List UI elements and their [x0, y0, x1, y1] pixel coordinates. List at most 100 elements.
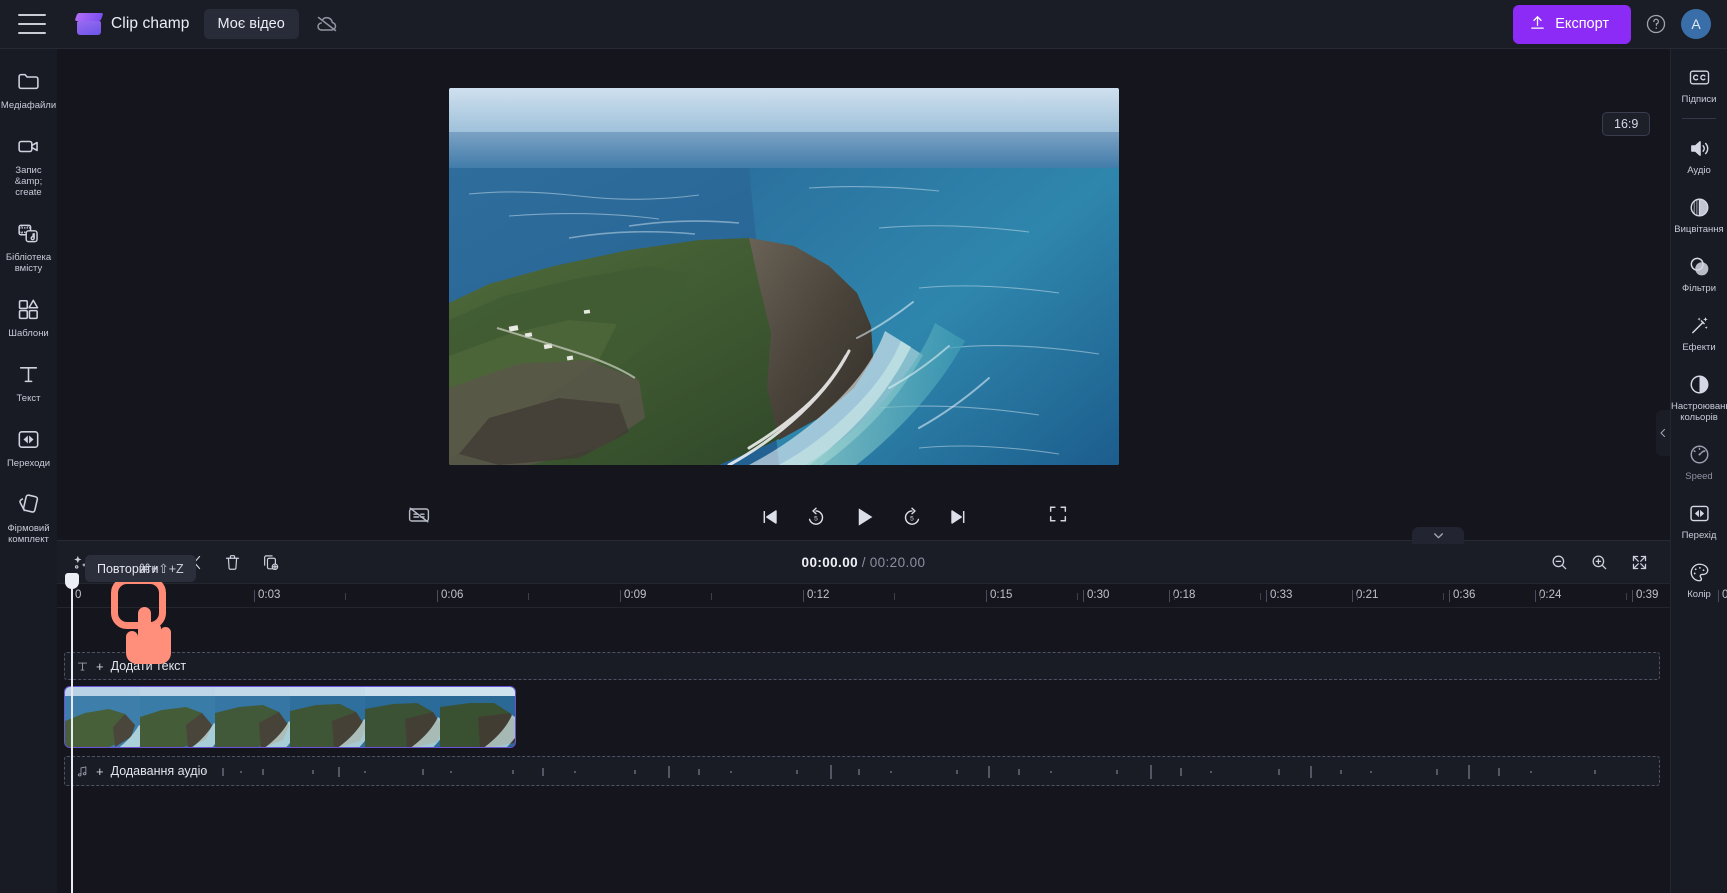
content-library-icon — [16, 220, 42, 246]
svg-text:5: 5 — [814, 515, 818, 522]
playhead[interactable] — [65, 573, 79, 893]
fullscreen-icon[interactable] — [1047, 503, 1073, 529]
brand-kit-icon — [16, 491, 42, 517]
hamburger-menu-icon[interactable] — [18, 14, 46, 34]
help-circle-icon[interactable] — [1645, 13, 1667, 35]
forward-5-icon[interactable]: 5 — [899, 504, 925, 530]
skip-next-icon[interactable] — [945, 504, 971, 530]
sidebar-item-transitions[interactable]: Переходи — [0, 417, 57, 475]
sidebar-label: Медіафайли — [0, 100, 57, 111]
panel-item-captions[interactable]: Підписи — [1671, 57, 1727, 110]
sidebar-label: Бібліотека вмісту — [5, 252, 52, 274]
top-bar: Clip champ Моє відео Експорт A — [0, 0, 1727, 49]
clip-thumbnail — [365, 687, 440, 747]
video-clip[interactable] — [64, 686, 516, 748]
chevron-left-icon — [1660, 428, 1666, 438]
delete-button[interactable] — [217, 547, 247, 577]
speed-gauge-icon — [1687, 442, 1711, 466]
sidebar-item-brand-kit[interactable]: Фірмовий комплект — [0, 482, 57, 551]
palette-icon — [1687, 560, 1711, 584]
sidebar-item-templates[interactable]: Шаблони — [0, 287, 57, 345]
panel-label: Підписи — [1681, 94, 1717, 105]
panel-item-filters[interactable]: Фільтри — [1671, 246, 1727, 299]
sidebar-item-media[interactable]: Медіафайли — [0, 59, 57, 117]
avatar[interactable]: A — [1681, 9, 1711, 39]
timeline-toolbar: 00:00.00 / 00:20.00 — [57, 527, 1670, 584]
panel-label: Ефекти — [1682, 342, 1716, 353]
ruler-label: 0:39 — [1636, 589, 1659, 601]
play-button[interactable] — [849, 502, 879, 532]
time-separator: / — [861, 554, 866, 570]
zoom-out-icon — [1552, 555, 1566, 569]
clip-thumbnail — [140, 687, 215, 747]
timeline-ruler-continued[interactable]: 0:30 0:33 0:36 0:39 — [57, 584, 1670, 608]
video-preview — [449, 88, 1119, 465]
current-time: 00:00.00 — [801, 554, 859, 570]
timeline-zoom-controls — [1544, 547, 1670, 577]
sidebar-label: Запис &amp; create — [14, 165, 43, 198]
ruler-label: 0:36 — [1453, 589, 1476, 601]
panel-item-speed[interactable]: Speed — [1671, 434, 1727, 487]
panel-label: Speed — [1685, 471, 1713, 482]
sidebar-item-text[interactable]: Текст — [0, 352, 57, 410]
skip-previous-icon[interactable] — [757, 504, 783, 530]
panel-item-audio[interactable]: Аудіо — [1671, 128, 1727, 181]
sidebar-item-content-library[interactable]: Бібліотека вмісту — [0, 211, 57, 280]
text-track[interactable]: + Додати текст — [64, 652, 1660, 680]
text-T-icon — [16, 361, 42, 387]
clip-thumbnail — [65, 687, 140, 747]
panel-label: Настроювання кольорів — [1671, 401, 1727, 423]
audio-waveform — [204, 765, 1596, 779]
video-track[interactable] — [64, 686, 1660, 748]
panel-item-transition[interactable]: Перехід — [1671, 493, 1727, 546]
duplicate-button[interactable] — [255, 547, 285, 577]
panel-item-fade[interactable]: Вицвітання — [1671, 187, 1727, 240]
ruler-label: 0:33 — [1270, 589, 1293, 601]
cloud-off-icon[interactable] — [315, 12, 339, 36]
clipchamp-editor: Clip champ Моє відео Експорт A Медіафайл… — [0, 0, 1727, 893]
panel-label: Вицвітання — [1674, 224, 1724, 235]
zoom-in-icon — [1592, 555, 1606, 569]
aspect-ratio-chip[interactable]: 16:9 — [1602, 112, 1651, 136]
effects-wand-icon — [1687, 313, 1711, 337]
project-name-chip[interactable]: Моє відео — [203, 9, 299, 39]
video-camera-icon — [16, 133, 42, 159]
fade-icon — [1687, 195, 1711, 219]
add-text-label[interactable]: Додати текст — [111, 659, 187, 673]
brand: Clip champ — [74, 13, 190, 35]
add-text-plus[interactable]: + — [96, 659, 104, 674]
sidebar-item-record-create[interactable]: Запис &amp; create — [0, 124, 57, 204]
clip-thumbnail — [290, 687, 365, 747]
add-audio-plus[interactable]: + — [96, 764, 104, 779]
audio-track[interactable]: + Додавання аудіо — [64, 756, 1660, 786]
export-label: Експорт — [1555, 16, 1609, 32]
panel-item-effects[interactable]: Ефекти — [1671, 305, 1727, 358]
right-sidebar: Підписи Аудіо Вицвітання Фільтри Ефекти … — [1670, 49, 1727, 893]
redo-tooltip: Повторити⌘+⇧+Z — [85, 555, 196, 582]
clip-thumbnail — [440, 687, 515, 747]
timecode-display: 00:00.00 / 00:20.00 — [57, 555, 1670, 570]
rewind-5-icon[interactable]: 5 — [803, 504, 829, 530]
zoom-out-button[interactable] — [1544, 547, 1574, 577]
sidebar-label: Шаблони — [8, 328, 49, 339]
export-upload-icon — [1529, 14, 1546, 35]
top-bar-right: Експорт A — [1513, 4, 1727, 44]
divider — [1682, 118, 1716, 119]
playhead-handle[interactable] — [65, 573, 79, 589]
brand-name: Clip champ — [111, 15, 190, 32]
collapse-right-panel-button[interactable] — [1656, 410, 1670, 456]
timeline-collapse-chevron[interactable] — [1412, 527, 1464, 544]
zoom-in-button[interactable] — [1584, 547, 1614, 577]
panel-item-color-adjust[interactable]: Настроювання кольорів — [1671, 364, 1727, 428]
fit-timeline-button[interactable] — [1624, 547, 1654, 577]
panel-label: Аудіо — [1687, 165, 1711, 176]
panel-label: Фільтри — [1681, 283, 1717, 294]
sidebar-label: Фірмовий комплект — [7, 523, 50, 545]
duplicate-icon — [263, 554, 278, 570]
speaker-icon — [1687, 136, 1711, 160]
svg-text:5: 5 — [910, 515, 914, 522]
closed-captions-icon — [1687, 65, 1711, 89]
total-time: 00:20.00 — [869, 554, 926, 570]
fit-timeline-icon — [1632, 555, 1646, 569]
export-button[interactable]: Експорт — [1513, 4, 1631, 44]
